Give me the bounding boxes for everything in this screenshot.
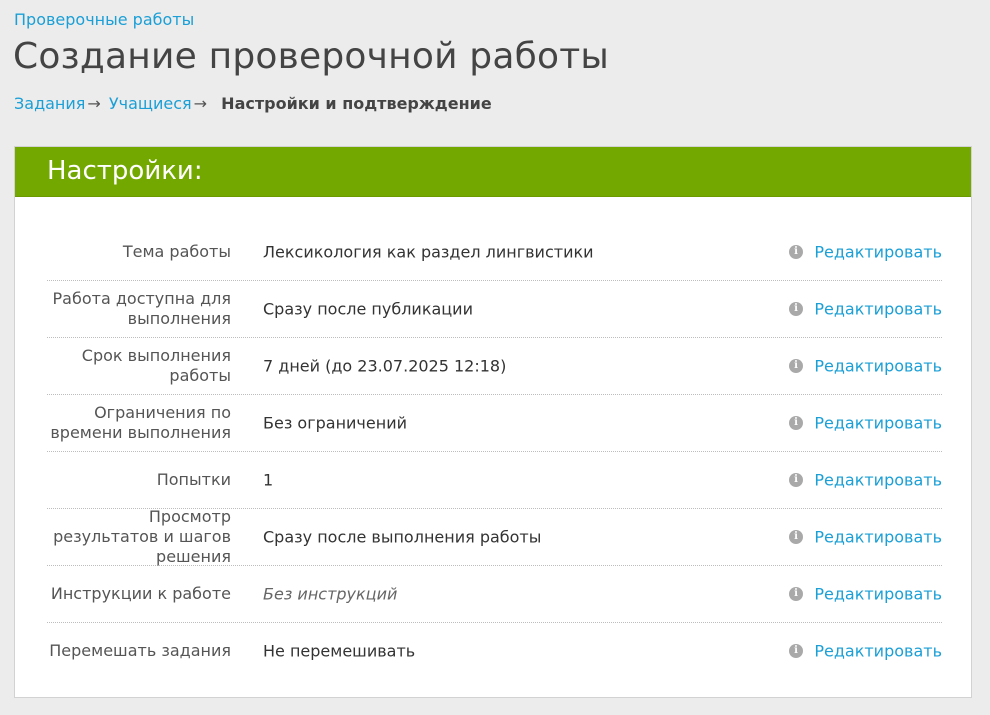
setting-label: Просмотр результатов и шагов решения — [53, 507, 231, 566]
setting-value: Лексикология как раздел лингвистики — [263, 242, 594, 262]
step-arrow-icon: → — [193, 94, 208, 113]
settings-panel-title: Настройки: — [15, 147, 971, 197]
setting-value: Без ограничений — [263, 413, 407, 433]
step-tasks-link[interactable]: Задания — [14, 94, 85, 113]
edit-results-view-link[interactable]: Редактировать — [814, 528, 942, 547]
setting-row-shuffle: Перемешать задания Не перемешивать i Ред… — [47, 623, 942, 679]
edit-instructions-link[interactable]: Редактировать — [814, 585, 942, 604]
setting-value: 7 дней (до 23.07.2025 12:18) — [263, 356, 507, 376]
setting-label: Срок выполнения работы — [81, 346, 231, 385]
edit-availability-link[interactable]: Редактировать — [814, 300, 942, 319]
settings-panel: Настройки: Тема работы Лексикология как … — [14, 146, 972, 698]
info-icon[interactable]: i — [789, 473, 803, 487]
setting-value: Сразу после выполнения работы — [263, 527, 542, 547]
settings-list: Тема работы Лексикология как раздел линг… — [47, 224, 942, 679]
setting-label: Попытки — [156, 470, 231, 489]
edit-deadline-link[interactable]: Редактировать — [814, 357, 942, 376]
info-icon[interactable]: i — [789, 245, 803, 259]
page-title: Создание проверочной работы — [13, 36, 610, 77]
setting-label: Работа доступна для выполнения — [52, 289, 231, 328]
step-students-link[interactable]: Учащиеся — [109, 94, 192, 113]
info-icon[interactable]: i — [789, 587, 803, 601]
setting-row-topic: Тема работы Лексикология как раздел линг… — [47, 224, 942, 281]
edit-shuffle-link[interactable]: Редактировать — [814, 642, 942, 661]
step-arrow-icon: → — [87, 94, 101, 113]
setting-value: 1 — [263, 470, 274, 490]
setting-row-deadline: Срок выполнения работы 7 дней (до 23.07.… — [47, 338, 942, 395]
setting-row-availability: Работа доступна для выполнения Сразу пос… — [47, 281, 942, 338]
setting-row-attempts: Попытки 1 i Редактировать — [47, 452, 942, 509]
setting-label: Инструкции к работе — [50, 584, 231, 603]
edit-time-limit-link[interactable]: Редактировать — [814, 414, 942, 433]
setting-label: Перемешать задания — [49, 641, 231, 660]
info-icon[interactable]: i — [789, 644, 803, 658]
info-icon[interactable]: i — [789, 359, 803, 373]
edit-topic-link[interactable]: Редактировать — [814, 243, 942, 262]
setting-label: Тема работы — [122, 242, 231, 261]
edit-attempts-link[interactable]: Редактировать — [814, 471, 942, 490]
setting-label: Ограничения по времени выполнения — [50, 403, 231, 442]
setting-value: Без инструкций — [263, 584, 398, 604]
step-current: Настройки и подтверждение — [221, 94, 492, 113]
setting-row-time-limit: Ограничения по времени выполнения Без ог… — [47, 395, 942, 452]
breadcrumb-parent-link[interactable]: Проверочные работы — [14, 10, 194, 29]
info-icon[interactable]: i — [789, 302, 803, 316]
setting-row-instructions: Инструкции к работе Без инструкций i Ред… — [47, 566, 942, 623]
setting-value: Не перемешивать — [263, 641, 416, 661]
setting-value: Сразу после публикации — [263, 299, 473, 319]
info-icon[interactable]: i — [789, 530, 803, 544]
setting-row-results-view: Просмотр результатов и шагов решения Сра… — [47, 507, 942, 566]
wizard-steps: Задания → Учащиеся → Настройки и подтвержд… — [14, 94, 492, 113]
info-icon[interactable]: i — [789, 416, 803, 430]
